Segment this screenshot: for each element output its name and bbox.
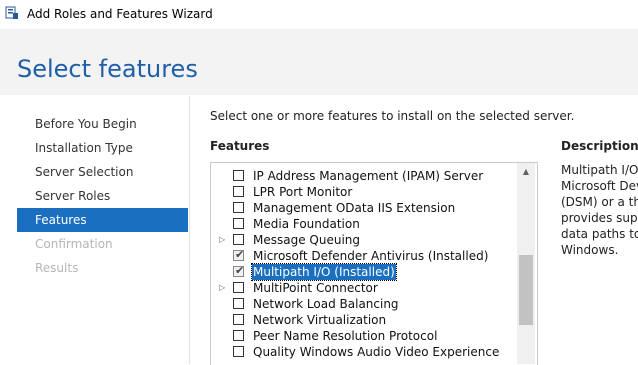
feature-checkbox[interactable]	[233, 186, 244, 197]
feature-label[interactable]: Media Foundation	[253, 216, 360, 232]
nav-item-server-roles[interactable]: Server Roles	[17, 184, 188, 208]
feature-label[interactable]: Peer Name Resolution Protocol	[253, 328, 437, 344]
feature-row[interactable]: ✔ Multipath I/O (Installed)	[211, 263, 519, 281]
feature-checkbox[interactable]	[233, 314, 244, 325]
server-manager-icon	[5, 6, 18, 19]
feature-checkbox[interactable]	[233, 282, 244, 293]
feature-row[interactable]: Peer Name Resolution Protocol	[211, 328, 519, 344]
nav-item-confirmation: Confirmation	[35, 237, 113, 251]
page-title: Select features	[17, 55, 198, 83]
feature-checkbox[interactable]	[233, 202, 244, 213]
feature-label[interactable]: IP Address Management (IPAM) Server	[253, 168, 483, 184]
nav-item-installation-type[interactable]: Installation Type	[17, 136, 188, 160]
nav-item-before-you-begin[interactable]: Before You Begin	[17, 112, 188, 136]
window-title: Add Roles and Features Wizard	[27, 7, 213, 21]
title-bar: Add Roles and Features Wizard	[0, 0, 638, 29]
feature-label[interactable]: Network Load Balancing	[253, 296, 399, 312]
feature-checkbox[interactable]	[233, 218, 244, 229]
description-line: provides suppo	[561, 211, 638, 225]
feature-row[interactable]: Quality Windows Audio Video Experience	[211, 344, 519, 360]
feature-row[interactable]: ✔ Microsoft Defender Antivirus (Installed…	[211, 248, 519, 264]
description-line: (DSM) or a thir	[561, 195, 638, 209]
feature-label[interactable]: Microsoft Defender Antivirus (Installed)	[253, 248, 488, 264]
feature-rows: IP Address Management (IPAM) Server LPR P…	[211, 168, 519, 360]
arrow-up-icon[interactable]: ▲	[517, 163, 535, 180]
description-heading: Description	[561, 139, 638, 153]
feature-label[interactable]: Network Virtualization	[253, 312, 386, 328]
features-tree[interactable]: IP Address Management (IPAM) Server LPR P…	[210, 162, 538, 365]
feature-label[interactable]: Multipath I/O (Installed)	[251, 263, 397, 281]
feature-checkbox[interactable]: ✔	[233, 248, 245, 261]
wizard-nav: Before You Begin Installation Type Serve…	[17, 112, 188, 280]
feature-checkbox[interactable]	[233, 346, 244, 357]
feature-checkbox[interactable]	[233, 170, 244, 181]
scroll-thumb[interactable]	[519, 255, 533, 325]
description-line: Microsoft Devi	[561, 179, 638, 193]
feature-label[interactable]: MultiPoint Connector	[253, 280, 378, 296]
feature-label[interactable]: Management OData IIS Extension	[253, 200, 455, 216]
nav-item-server-selection[interactable]: Server Selection	[17, 160, 188, 184]
checkmark-icon: ✔	[235, 264, 245, 277]
description-line: Multipath I/O,	[561, 163, 638, 177]
description-line: Windows.	[561, 243, 619, 257]
feature-row[interactable]: Media Foundation	[211, 216, 519, 232]
checkmark-icon: ✔	[235, 248, 245, 261]
feature-row[interactable]: Network Virtualization	[211, 312, 519, 328]
feature-label[interactable]: Quality Windows Audio Video Experience	[253, 344, 499, 360]
feature-checkbox[interactable]: ✔	[233, 264, 245, 277]
feature-row[interactable]: LPR Port Monitor	[211, 184, 519, 200]
feature-row[interactable]: Management OData IIS Extension	[211, 200, 519, 216]
feature-row[interactable]: ▷ Message Queuing	[211, 232, 519, 248]
feature-checkbox[interactable]	[233, 234, 244, 245]
nav-divider	[189, 96, 190, 364]
nav-item-features[interactable]: Features	[17, 208, 188, 232]
feature-row[interactable]: ▷ MultiPoint Connector	[211, 280, 519, 296]
nav-item-results: Results	[35, 261, 79, 275]
triangle-right-icon[interactable]: ▷	[219, 283, 229, 293]
features-scrollbar[interactable]: ▲	[517, 163, 535, 364]
triangle-right-icon[interactable]: ▷	[219, 235, 229, 245]
features-heading: Features	[210, 139, 270, 153]
instruction-text: Select one or more features to install o…	[210, 109, 575, 123]
feature-label[interactable]: LPR Port Monitor	[253, 184, 352, 200]
feature-row[interactable]: Network Load Balancing	[211, 296, 519, 312]
feature-label[interactable]: Message Queuing	[253, 232, 360, 248]
description-panel: Multipath I/O, Microsoft Devi (DSM) or a…	[561, 162, 638, 258]
feature-row[interactable]: IP Address Management (IPAM) Server	[211, 168, 519, 184]
feature-checkbox[interactable]	[233, 298, 244, 309]
feature-checkbox[interactable]	[233, 330, 244, 341]
description-line: data paths to a	[561, 227, 638, 241]
